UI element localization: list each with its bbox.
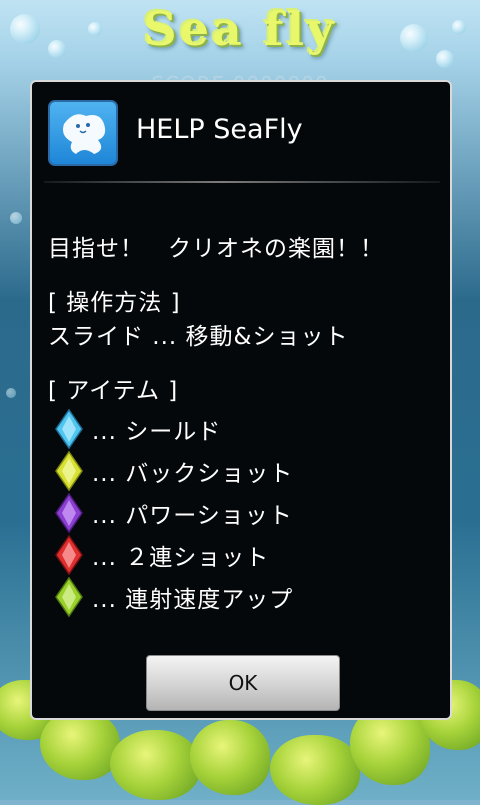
item-label: ... パワーショット bbox=[92, 503, 293, 529]
dialog-footer: OK bbox=[32, 642, 450, 718]
green-gem-icon bbox=[55, 576, 83, 618]
item-label: ... バックショット bbox=[92, 461, 294, 487]
item-row: ... 連射速度アップ bbox=[48, 576, 440, 618]
leaf bbox=[270, 735, 360, 805]
help-dialog: HELP SeaFly 目指せ！ クリオネの楽園！！ [ 操作方法 ] スライド… bbox=[30, 80, 452, 720]
red-gem-icon bbox=[55, 534, 83, 576]
item-row: ... バックショット bbox=[48, 450, 440, 492]
dialog-title: HELP SeaFly bbox=[136, 114, 303, 145]
leaf bbox=[40, 710, 120, 780]
controls-header: [ 操作方法 ] bbox=[48, 290, 181, 316]
item-label: ... 連射速度アップ bbox=[92, 587, 294, 613]
leaf bbox=[190, 720, 270, 795]
bubble bbox=[10, 212, 22, 224]
items-header: [ アイテム ] bbox=[48, 378, 179, 404]
dialog-header: HELP SeaFly bbox=[32, 82, 450, 182]
tagline: 目指せ！ クリオネの楽園！！ bbox=[48, 236, 384, 262]
purple-gem-icon bbox=[55, 492, 83, 534]
leaf bbox=[110, 730, 200, 800]
controls-text: スライド ... 移動&ショット bbox=[48, 324, 349, 350]
item-row: ... シールド bbox=[48, 408, 440, 450]
help-body: 目指せ！ クリオネの楽園！！ [ 操作方法 ] スライド ... 移動&ショット… bbox=[48, 232, 440, 618]
item-row: ... ２連ショット bbox=[48, 534, 440, 576]
divider bbox=[44, 181, 440, 183]
bubble bbox=[6, 388, 16, 398]
blue-gem-icon bbox=[55, 408, 83, 450]
item-label: ... シールド bbox=[92, 419, 222, 445]
yellow-gem-icon bbox=[55, 450, 83, 492]
ok-button[interactable]: OK bbox=[146, 655, 340, 711]
item-row: ... パワーショット bbox=[48, 492, 440, 534]
item-label: ... ２連ショット bbox=[92, 545, 270, 571]
game-logo: Sea fly bbox=[143, 2, 337, 56]
clione-icon bbox=[63, 114, 106, 154]
seafly-app-icon bbox=[48, 100, 118, 166]
